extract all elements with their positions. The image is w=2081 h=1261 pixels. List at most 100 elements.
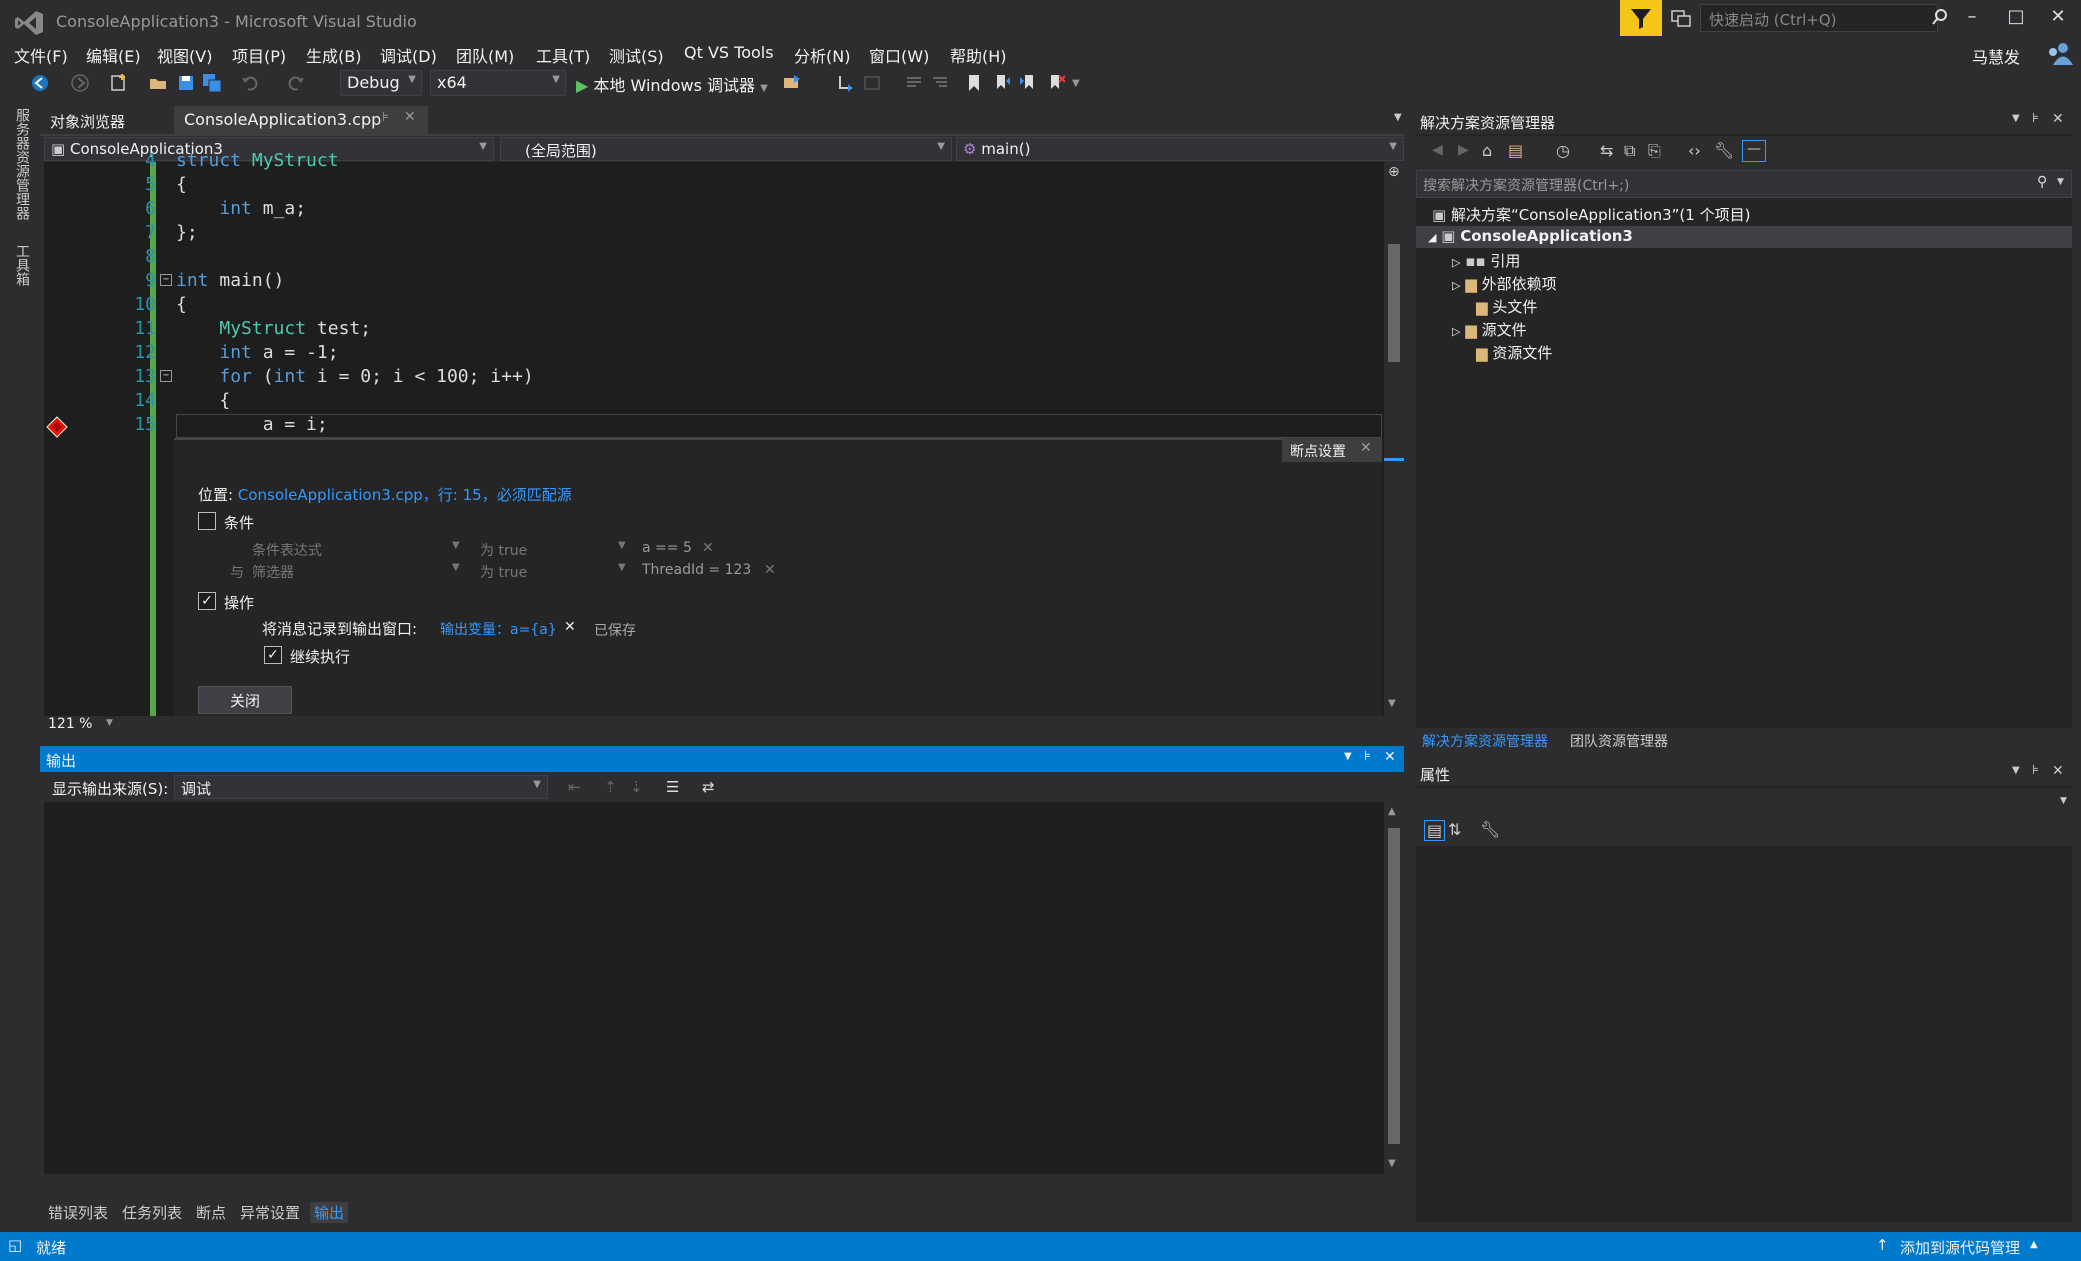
scroll-down-icon[interactable]: ▼ [1388,698,1396,709]
minimize-button[interactable]: – [1955,6,1989,32]
comment-icon[interactable] [904,73,924,93]
platform-dropdown[interactable]: x64 ▼ [430,70,566,96]
condition-value-1[interactable]: a == 5 [642,540,692,556]
view-code-icon[interactable]: ‹› [1688,141,1701,160]
remove-action-icon[interactable]: ✕ [564,619,576,635]
chevron-down-icon[interactable]: ▼ [2057,177,2064,187]
bookmark-icon[interactable] [964,73,984,93]
menu-file[interactable]: 文件(F) [14,43,68,67]
menu-view[interactable]: 视图(V) [157,43,212,67]
new-project-icon[interactable] [108,73,128,93]
tree-item-project[interactable]: ◢ ▣ ConsoleApplication3 [1428,227,1633,245]
collapse-all-icon[interactable]: ⧉ [1624,141,1635,161]
maximize-button[interactable]: □ [1999,6,2033,32]
tree-item-external-deps[interactable]: ▷ ▆ 外部依赖项 [1452,273,1557,294]
condition-type-1[interactable]: 条件表达式 [252,540,322,560]
scroll-down-icon[interactable]: ▼ [1388,1158,1396,1169]
chevron-down-icon[interactable]: ▼ [2012,765,2020,776]
step-icon[interactable] [836,73,856,93]
preview-selected-icon[interactable]: — [1742,140,1766,162]
chevron-down-icon[interactable]: ▼ [618,540,626,551]
save-icon[interactable] [176,73,196,93]
next-message-icon[interactable]: ⇣ [630,778,643,796]
menu-qt-vs-tools[interactable]: Qt VS Tools [684,43,774,62]
uncomment-icon[interactable] [930,73,950,93]
collapse-outline-icon[interactable]: − [160,274,172,286]
tab-error-list[interactable]: 错误列表 [48,1202,108,1223]
tab-console-application-cpp[interactable]: ConsoleApplication3.cpp ⊧ ✕ [174,106,428,134]
prev-message-icon[interactable]: ⇡ [604,778,617,796]
back-icon[interactable] [30,73,50,93]
menu-team[interactable]: 团队(M) [456,43,514,67]
tab-exception-settings[interactable]: 异常设置 [240,1202,300,1223]
remove-condition-icon[interactable]: ✕ [764,562,776,578]
tree-item-resource-files[interactable]: ▆ 资源文件 [1476,342,1552,363]
save-all-icon[interactable] [202,73,222,93]
add-to-source-control-button[interactable]: 添加到源代码管理 [1900,1237,2020,1258]
chevron-down-icon[interactable]: ▼ [2060,796,2067,806]
show-all-files-icon[interactable]: ⎘ [1648,141,1661,161]
categorized-icon[interactable]: ▤ [1424,820,1446,841]
menu-project[interactable]: 项目(P) [232,43,286,67]
pin-icon[interactable]: ⊧ [2032,111,2039,126]
close-panel-icon[interactable]: ✕ [2052,763,2064,779]
back-icon[interactable]: ◀ [1432,142,1443,158]
scroll-up-icon[interactable]: ▲ [1388,806,1396,817]
condition-op-1[interactable]: 为 true [480,540,527,560]
expanded-arrow-icon[interactable]: ◢ [1428,231,1436,244]
member-dropdown[interactable]: ⚙ main() ▼ [956,137,1404,161]
chevron-down-icon[interactable]: ▼ [1344,751,1352,762]
quick-launch-input[interactable]: 快速启动 (Ctrl+Q) [1700,4,1938,32]
word-wrap-icon[interactable]: ⇄ [702,778,715,796]
forward-icon[interactable]: ▶ [1458,142,1469,158]
location-link[interactable]: ConsoleApplication3.cpp，行: 15，必须匹配源 [238,486,572,504]
step-over-icon[interactable] [862,73,882,93]
pin-icon[interactable]: ⊧ [382,110,389,125]
output-scroll-thumb[interactable] [1388,828,1400,1144]
tree-item-references[interactable]: ▷ ▪▪ 引用 [1452,250,1520,271]
collapsed-arrow-icon[interactable]: ▷ [1452,256,1460,269]
output-text-area[interactable] [44,802,1384,1174]
chevron-down-icon[interactable]: ▼ [452,540,460,551]
collapse-outline-icon[interactable]: − [160,370,172,382]
close-panel-icon[interactable]: ✕ [1384,749,1396,765]
split-editor-icon[interactable]: ⊕ [1388,164,1400,180]
menu-build[interactable]: 生成(B) [306,43,361,67]
tree-item-solution[interactable]: ▣ 解决方案“ConsoleApplication3”(1 个项目) [1432,204,1750,225]
user-name[interactable]: 马慧发 [1972,44,2020,68]
tab-task-list[interactable]: 任务列表 [122,1202,182,1223]
output-horizontal-scrollbar[interactable] [44,1174,1384,1192]
tab-list-chevron-icon[interactable]: ▼ [1394,112,1402,123]
tab-solution-explorer[interactable]: 解决方案资源管理器 [1422,731,1548,751]
chevron-up-icon[interactable]: ▲ [2030,1239,2038,1250]
menu-analyze[interactable]: 分析(N) [794,43,850,67]
tab-output[interactable]: 输出 [310,1202,349,1223]
tree-item-header-files[interactable]: ▆ 头文件 [1476,296,1537,317]
close-tab-icon[interactable]: ✕ [404,109,416,125]
close-peek-icon[interactable]: ✕ [1360,440,1372,456]
menu-tools[interactable]: 工具(T) [536,43,590,67]
chevron-down-icon[interactable]: ▼ [106,718,113,728]
collapsed-arrow-icon[interactable]: ▷ [1452,325,1460,338]
continue-execution-checkbox[interactable]: ✓ [264,646,282,664]
property-pages-icon[interactable]: 🔧︎ [1480,820,1500,839]
undo-icon[interactable] [240,73,260,93]
solution-config-dropdown[interactable]: Debug ▼ [340,70,422,96]
menu-debug[interactable]: 调试(D) [380,43,437,67]
home-icon[interactable]: ⌂ [1482,141,1492,160]
condition-value-2[interactable]: ThreadId = 123 [642,562,751,578]
find-message-icon[interactable]: ⇤ [568,778,581,796]
actions-checkbox[interactable]: ✓ [198,592,216,610]
open-folder-icon[interactable] [148,73,168,93]
switch-views-icon[interactable]: ▤ [1508,141,1523,160]
properties-object-dropdown[interactable]: ▼ [1416,788,2072,816]
breakpoint-with-action-icon[interactable] [46,416,68,438]
pin-icon[interactable]: ⊧ [2032,763,2039,778]
close-panel-icon[interactable]: ✕ [2052,111,2064,127]
prev-bookmark-icon[interactable] [992,73,1012,93]
output-source-dropdown[interactable]: 调试 ▼ [174,775,548,799]
editor-scroll-thumb[interactable] [1388,244,1400,362]
tree-item-source-files[interactable]: ▷ ▆ 源文件 [1452,319,1527,340]
next-bookmark-icon[interactable] [1018,73,1038,93]
close-button[interactable]: 关闭 [198,686,292,714]
